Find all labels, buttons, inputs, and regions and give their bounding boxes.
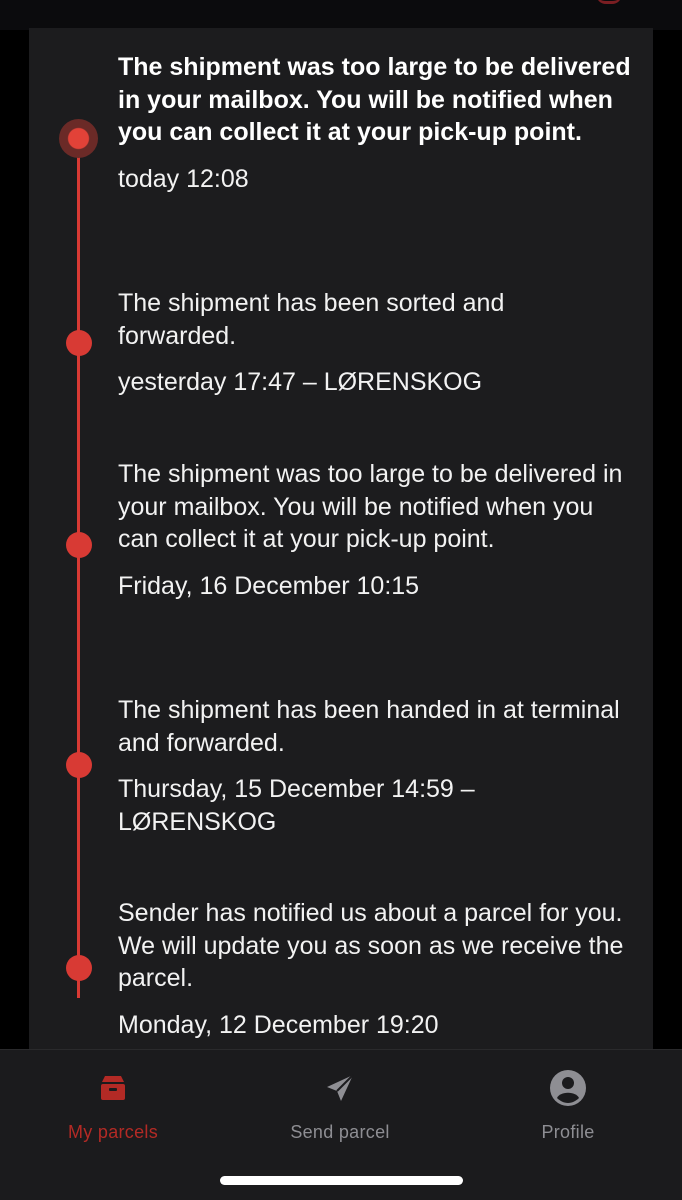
timeline-current-dot — [59, 119, 98, 158]
top-edge — [0, 0, 682, 30]
event-description: The shipment has been handed in at termi… — [118, 696, 620, 757]
tab-my-parcels[interactable]: My parcels — [33, 1068, 193, 1143]
top-accent-arc — [596, 0, 622, 4]
event-description: The shipment was too large to be deliver… — [118, 460, 623, 553]
profile-icon — [550, 1070, 586, 1106]
paper-plane-icon — [327, 1074, 354, 1101]
timeline-line — [77, 138, 80, 998]
timeline-event: Sender has notified us about a parcel fo… — [118, 897, 638, 1041]
timeline-dot — [65, 955, 92, 981]
event-description: The shipment was too large to be deliver… — [118, 53, 631, 146]
event-description: Sender has notified us about a parcel fo… — [118, 899, 624, 992]
timeline-dot — [65, 330, 92, 356]
timeline-dot — [65, 532, 92, 558]
tracking-history-card: The shipment was too large to be deliver… — [29, 28, 653, 1058]
home-indicator[interactable] — [220, 1176, 463, 1185]
tab-label: Send parcel — [290, 1122, 390, 1142]
event-timestamp: Thursday, 15 December 14:59 – LØRENSKOG — [118, 775, 475, 836]
timeline-event-current: The shipment was too large to be deliver… — [118, 51, 638, 195]
tab-label: My parcels — [67, 1122, 159, 1142]
event-timestamp: Monday, 12 December 19:20 — [118, 1010, 439, 1039]
tab-profile[interactable]: Profile — [488, 1068, 648, 1143]
event-timestamp: Friday, 16 December 10:15 — [118, 571, 420, 600]
event-timestamp: today 12:08 — [118, 164, 249, 193]
tab-send-parcel[interactable]: Send parcel — [260, 1068, 420, 1143]
timeline-dot — [65, 752, 92, 778]
tab-label: Profile — [541, 1122, 595, 1142]
event-description: The shipment has been sorted and forward… — [118, 289, 505, 350]
timeline-event: The shipment has been handed in at termi… — [118, 694, 638, 838]
event-timestamp: yesterday 17:47 – LØRENSKOG — [118, 368, 483, 396]
timeline-event: The shipment has been sorted and forward… — [118, 287, 638, 399]
parcel-icon — [101, 1076, 125, 1100]
timeline-event: The shipment was too large to be deliver… — [118, 458, 638, 602]
